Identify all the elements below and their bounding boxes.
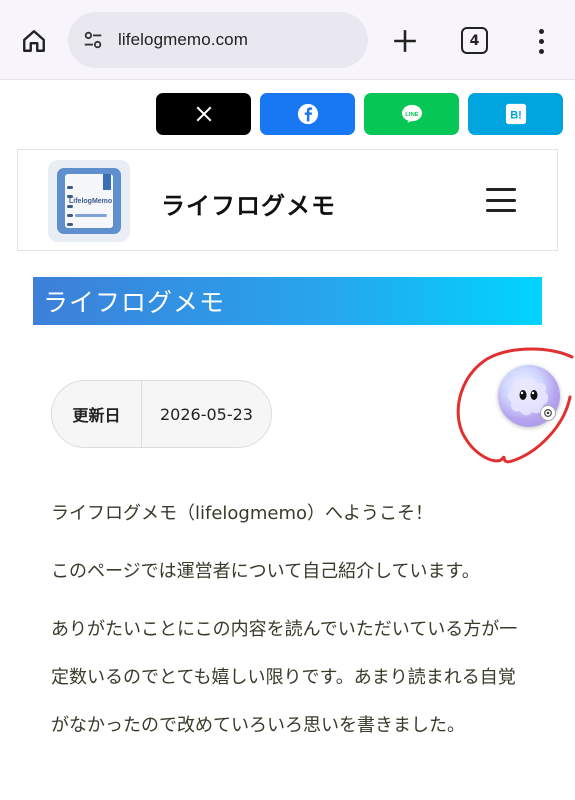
site-logo[interactable]: LifelogMemo [48,160,130,242]
overflow-menu-icon[interactable] [531,24,551,58]
address-bar[interactable]: lifelogmemo.com [68,12,368,68]
share-buttons: LINE B! [156,93,563,135]
share-x-button[interactable] [156,93,251,135]
share-hatena-button[interactable]: B! [468,93,563,135]
tab-switcher-icon[interactable]: 4 [461,27,488,54]
paragraph-welcome: ライフログメモ（lifelogmemo）へようこそ！ [51,503,434,524]
notebook-icon: LifelogMemo [57,168,121,234]
site-header: LifelogMemo ライフログメモ [17,149,558,251]
page-title-banner: ライフログメモ [33,277,542,325]
paragraph-thanks: ありがたいことにこの内容を読んでいただいている方が一定数いるのでとても嬉しい限り… [51,619,518,736]
paragraph-intro: このページでは運営者について自己紹介しています。 [51,561,480,582]
hatena-bookmark-icon: B! [505,103,526,125]
x-logo-icon [196,106,211,122]
site-settings-icon[interactable] [80,27,106,53]
new-tab-icon[interactable] [388,24,422,58]
facebook-icon [297,103,318,125]
sparkle-badge-icon [540,405,556,421]
url-text[interactable]: lifelogmemo.com [118,30,248,50]
line-icon: LINE [401,104,422,124]
hamburger-menu-icon[interactable] [486,188,516,212]
page-title: ライフログメモ [43,288,226,317]
assistant-annotation [452,347,575,472]
share-facebook-button[interactable] [260,93,355,135]
ai-assistant-icon[interactable] [498,365,560,427]
hatena-label: B! [510,110,522,122]
logo-text: LifelogMemo [69,198,113,205]
updated-date: 2026-05-23 [160,404,253,424]
updated-date-badge: 更新日 2026-05-23 [51,380,272,448]
line-label: LINE [405,112,418,118]
home-icon[interactable] [17,24,51,58]
site-title[interactable]: ライフログメモ [161,186,336,221]
browser-toolbar: lifelogmemo.com 4 [0,0,575,80]
updated-label: 更新日 [52,381,142,447]
share-line-button[interactable]: LINE [364,93,459,135]
tab-count: 4 [469,32,480,49]
article-body: ライフログメモ（lifelogmemo）へようこそ！ このページでは運営者につい… [51,490,531,760]
